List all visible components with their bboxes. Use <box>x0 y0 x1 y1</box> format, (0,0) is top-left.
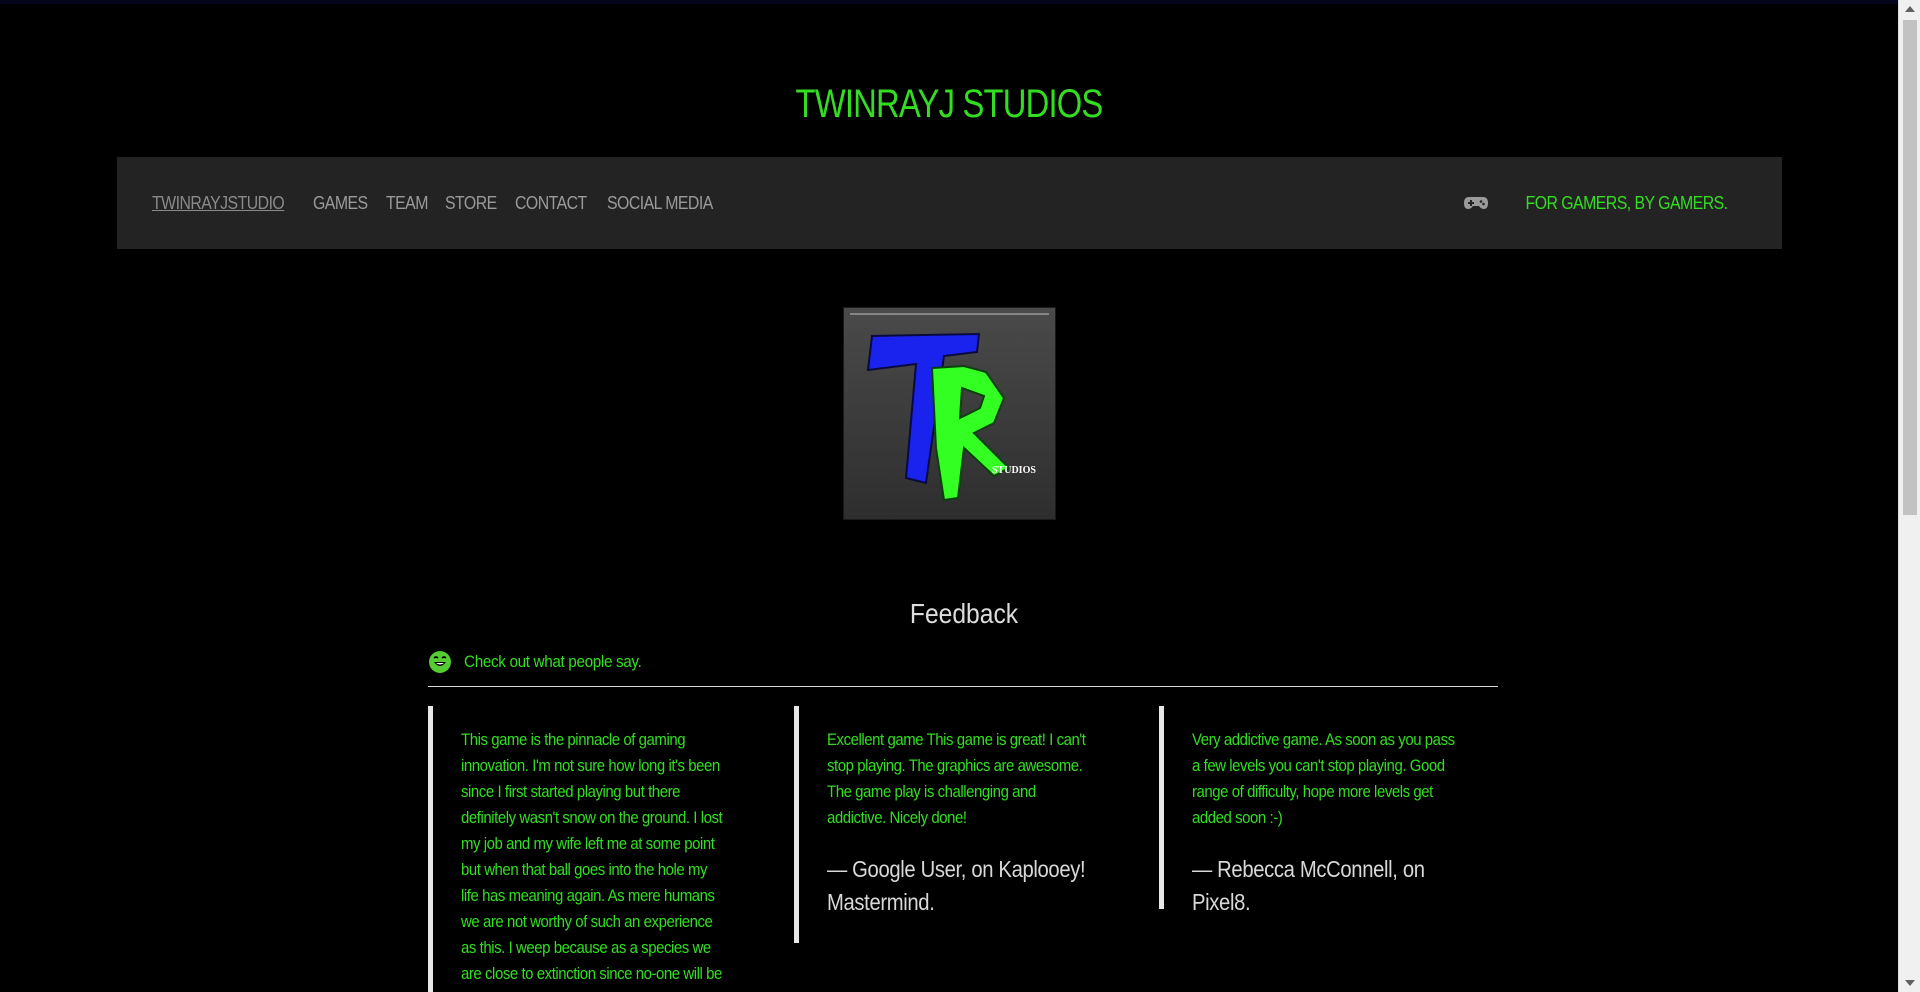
nav-item-twinrayjstudio[interactable]: TWINRAYJSTUDIO <box>152 193 285 214</box>
testimonial-1: This game is the pinnacle of gaming inno… <box>428 706 761 992</box>
tagline-text: FOR GAMERS, BY GAMERS. <box>1526 192 1729 213</box>
divider <box>428 686 1498 687</box>
testimonial-text: Excellent game This game is great! I can… <box>827 730 1086 827</box>
nav-menu: TWINRAYJSTUDIO GAMES TEAM STORE CONTACT … <box>152 157 719 249</box>
testimonial-text: This game is the pinnacle of gaming inno… <box>461 730 723 992</box>
testimonial-author: — Google User, on Kaplooey! Mastermind. <box>827 856 1086 915</box>
testimonial-3: Very addictive game. As soon as you pass… <box>1159 706 1492 915</box>
vertical-scrollbar[interactable] <box>1898 0 1920 992</box>
testimonial-author: — Rebecca McConnell, on Pixel8. <box>1192 856 1425 915</box>
nav-item-team[interactable]: TEAM <box>386 193 428 214</box>
nav-item-games[interactable]: GAMES <box>313 193 368 214</box>
navbar: TWINRAYJSTUDIO GAMES TEAM STORE CONTACT … <box>117 157 1782 249</box>
smile-icon <box>428 650 452 674</box>
tagline: FOR GAMERS, BY GAMERS. <box>1464 157 1729 249</box>
feedback-title: Feedback <box>909 598 1019 629</box>
top-strip <box>0 0 1898 4</box>
nav-item-social-media[interactable]: SOCIAL MEDIA <box>607 193 713 214</box>
studio-logo: STUDIOS <box>843 307 1056 520</box>
subhead-text: Check out what people say. <box>464 652 642 671</box>
nav-item-store[interactable]: STORE <box>445 193 497 214</box>
site-title: TWINRAYJ STUDIOS <box>795 82 1104 126</box>
logo-caption: STUDIOS <box>992 465 1036 476</box>
testimonial-text: Very addictive game. As soon as you pass… <box>1192 730 1455 827</box>
testimonial-2: Excellent game This game is great! I can… <box>794 706 1127 943</box>
page: TWINRAYJ STUDIOS TWINRAYJSTUDIO GAMES TE… <box>0 0 1920 992</box>
feedback-subhead: Check out what people say. <box>428 650 661 674</box>
scroll-down-arrow-icon[interactable] <box>1905 980 1915 986</box>
gamepad-icon <box>1464 196 1489 210</box>
scroll-up-arrow-icon[interactable] <box>1905 6 1915 12</box>
nav-item-contact[interactable]: CONTACT <box>515 193 587 214</box>
scroll-thumb[interactable] <box>1903 20 1917 515</box>
